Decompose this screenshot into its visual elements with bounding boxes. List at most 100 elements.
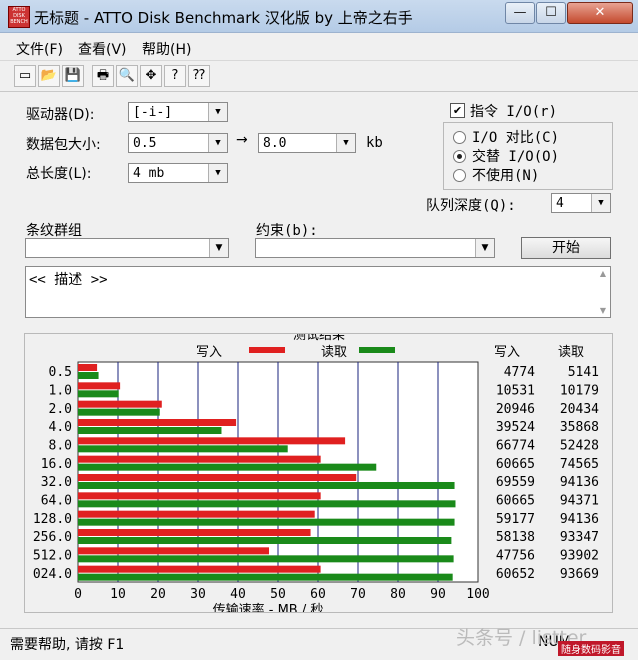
minimize-button[interactable]: —: [505, 2, 535, 24]
context-help-icon[interactable]: ⁇: [188, 65, 210, 87]
read-value: 93347: [560, 530, 599, 545]
transfer-from-value: 0.5: [133, 136, 157, 151]
queue-depth-select[interactable]: 4 ▼: [551, 193, 611, 213]
stripe-group-select[interactable]: ▼: [25, 238, 229, 258]
bar-read: [78, 445, 288, 453]
bar-write: [78, 474, 357, 481]
y-tick-label: 024.0: [33, 567, 72, 582]
bar-read: [78, 537, 452, 544]
total-length-label: 总长度(L):: [26, 166, 92, 182]
queue-depth-value: 4: [556, 196, 564, 211]
bar-write: [78, 565, 321, 573]
title-bar[interactable]: ATTO DISK BENCH 无标题 - ATTO Disk Benchmar…: [0, 0, 638, 33]
io-checkbox-label: 指令 I/O(r): [470, 104, 558, 120]
chevron-down-icon[interactable]: ▼: [591, 194, 610, 212]
new-icon[interactable]: ▭: [14, 65, 36, 87]
read-value: 5141: [568, 365, 599, 380]
y-tick-label: 1.0: [49, 384, 72, 399]
chevron-down-icon[interactable]: ▼: [208, 103, 227, 121]
drive-select[interactable]: [-i-] ▼: [128, 102, 228, 122]
write-value: 66774: [496, 439, 535, 454]
y-tick-label: 16.0: [41, 457, 72, 472]
chevron-down-icon[interactable]: ▼: [208, 164, 227, 182]
x-tick-label: 30: [190, 587, 206, 602]
io-checkbox[interactable]: ✔: [450, 103, 465, 118]
status-help-text: 需要帮助, 请按 F1: [10, 637, 125, 653]
menu-file[interactable]: 文件(F): [16, 39, 63, 59]
open-icon[interactable]: 📂: [38, 65, 60, 87]
read-value: 94136: [560, 512, 599, 527]
description-field[interactable]: << 描述 >> ▲ ▼: [25, 266, 611, 318]
move-icon[interactable]: ✥: [140, 65, 162, 87]
maximize-button[interactable]: ☐: [536, 2, 566, 24]
print-icon[interactable]: 🖶: [92, 65, 114, 87]
x-tick-label: 90: [430, 587, 446, 602]
bar-read: [78, 427, 222, 434]
bar-read: [78, 372, 99, 379]
drive-label: 驱动器(D):: [26, 107, 95, 123]
close-button[interactable]: ✕: [567, 2, 633, 24]
legend-read-swatch: [359, 347, 395, 353]
x-tick-label: 80: [390, 587, 406, 602]
read-value: 74565: [560, 457, 599, 472]
bar-write: [78, 510, 315, 518]
write-value: 4774: [504, 365, 535, 380]
arrow-icon: →: [236, 132, 248, 148]
total-length-select[interactable]: 4 mb ▼: [128, 163, 228, 183]
bar-read: [78, 463, 377, 471]
x-tick-label: 100: [466, 587, 489, 602]
transfer-to-select[interactable]: 8.0 ▼: [258, 133, 356, 153]
toolbar: ▭ 📂 💾 🖶 🔍 ✥ ? ⁇: [0, 61, 638, 92]
write-value: 47756: [496, 549, 535, 564]
menu-help[interactable]: 帮助(H): [142, 39, 191, 59]
constraint-select[interactable]: ▼: [255, 238, 495, 258]
read-value: 94136: [560, 475, 599, 490]
read-value: 52428: [560, 439, 599, 454]
help-icon[interactable]: ?: [164, 65, 186, 87]
write-value: 58138: [496, 530, 535, 545]
chevron-down-icon[interactable]: ▼: [475, 239, 494, 257]
write-value: 60665: [496, 457, 535, 472]
y-tick-label: 0.5: [49, 365, 72, 380]
column-header-write: 写入: [494, 345, 520, 360]
read-value: 93902: [560, 549, 599, 564]
start-button[interactable]: 开始: [521, 237, 611, 259]
bar-write: [78, 437, 346, 445]
legend-write-label: 写入: [196, 345, 222, 360]
x-tick-label: 0: [74, 587, 82, 602]
scroll-up-icon[interactable]: ▲: [600, 269, 606, 278]
bar-read: [78, 555, 454, 563]
stripe-group-label: 条纹群组: [26, 223, 82, 239]
transfer-unit: kb: [366, 135, 383, 151]
save-icon[interactable]: 💾: [62, 65, 84, 87]
chevron-down-icon[interactable]: ▼: [336, 134, 355, 152]
chevron-down-icon[interactable]: ▼: [209, 239, 228, 257]
legend-write-swatch: [249, 347, 285, 353]
transfer-from-select[interactable]: 0.5 ▼: [128, 133, 228, 153]
scroll-down-icon[interactable]: ▼: [600, 306, 606, 315]
queue-depth-label: 队列深度(Q):: [426, 198, 516, 214]
y-tick-label: 32.0: [41, 475, 72, 490]
chevron-down-icon[interactable]: ▼: [208, 134, 227, 152]
y-tick-label: 256.0: [33, 530, 72, 545]
bar-read: [78, 573, 453, 581]
bar-write: [78, 492, 321, 500]
mode-radio-none[interactable]: [453, 169, 466, 182]
column-header-read: 读取: [558, 345, 584, 360]
description-text: << 描述 >>: [29, 272, 108, 288]
bar-write: [78, 455, 321, 463]
write-value: 20946: [496, 402, 535, 417]
read-value: 94371: [560, 494, 599, 509]
mode-label-none: 不使用(N): [472, 168, 540, 184]
bar-write: [78, 547, 270, 555]
menu-view[interactable]: 查看(V): [78, 39, 127, 59]
write-value: 39524: [496, 420, 535, 435]
window-title: 无标题 - ATTO Disk Benchmark 汉化版 by 上帝之右手: [34, 9, 413, 27]
y-tick-label: 512.0: [33, 549, 72, 564]
legend-read-label: 读取: [321, 345, 347, 360]
mode-radio-compare[interactable]: [453, 131, 466, 144]
mode-radio-overlap[interactable]: [453, 150, 466, 163]
results-chart: 测试结果写入 读取 写入 读取 0 10 20 30 40 50 60 70 80 90 100 传输速率 -…: [33, 334, 599, 612]
print-preview-icon[interactable]: 🔍: [116, 65, 138, 87]
y-tick-label: 8.0: [49, 439, 72, 454]
